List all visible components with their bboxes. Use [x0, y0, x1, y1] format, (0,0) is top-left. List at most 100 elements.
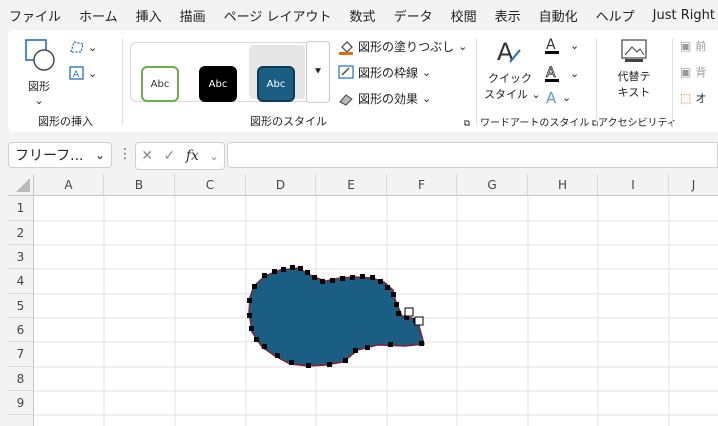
menu-file[interactable]: ファイル	[0, 6, 70, 25]
svg-text:A: A	[73, 70, 80, 80]
row-header-9[interactable]: 9	[8, 391, 34, 415]
column-header-b[interactable]: B	[104, 174, 175, 196]
edit-shape-button[interactable]: ⌄	[68, 38, 108, 56]
row-header-7[interactable]: 7	[8, 342, 34, 367]
style-preset-black[interactable]: Abc	[199, 66, 237, 102]
svg-text:A: A	[546, 65, 556, 81]
wordart-styles-group: A クイック スタイル ⌄ A ⌄ A ⌄ A ⌄ ワードアートのスタイル ⧉	[478, 30, 598, 132]
selection-pane-button[interactable]: ⬚ オ	[680, 90, 706, 106]
chevron-down-icon: ⌄	[562, 90, 572, 104]
text-fill-button[interactable]: A ⌄	[544, 36, 579, 54]
gallery-more-button[interactable]: ⯆	[306, 41, 330, 103]
column-header-i[interactable]: I	[598, 174, 669, 196]
send-backward-button[interactable]: ▣ 背	[680, 64, 706, 80]
row-header-1[interactable]: 1	[8, 196, 34, 221]
menu-formulas[interactable]: 数式	[341, 6, 385, 25]
row-header-10[interactable]	[8, 415, 34, 426]
column-header-a[interactable]: A	[34, 174, 104, 196]
name-box[interactable]: フリーフ... ⌄	[8, 142, 112, 168]
svg-text:A: A	[546, 89, 557, 106]
chevron-down-icon: ⌄	[531, 88, 541, 101]
column-header-d[interactable]: D	[246, 174, 316, 196]
chevron-down-icon: ⌄	[34, 94, 44, 107]
shape-effects-button[interactable]: 図形の効果 ⌄	[338, 90, 431, 107]
wordart-a-icon: A	[497, 38, 521, 66]
row-header-4[interactable]: 4	[8, 269, 34, 294]
bring-forward-button[interactable]: ▣ 前	[680, 38, 706, 54]
send-backward-icon: ▣	[680, 65, 692, 79]
select-all-corner[interactable]	[8, 174, 34, 196]
chevron-down-icon: ⌄	[570, 66, 580, 80]
row-header-2[interactable]: 2	[8, 221, 34, 245]
text-outline-icon: A	[545, 65, 559, 82]
column-header-e[interactable]: E	[316, 174, 387, 196]
menu-review[interactable]: 校閲	[442, 6, 486, 25]
text-box-button[interactable]: A ⌄	[68, 64, 108, 82]
spreadsheet-grid: A B C D E F G H I J 1 2 3 4 5 6 7 8 9	[8, 174, 718, 426]
menu-insert[interactable]: 挿入	[127, 6, 171, 25]
menu-help[interactable]: ヘルプ	[587, 6, 644, 25]
column-header-j[interactable]: J	[669, 174, 718, 196]
alt-text-icon	[621, 39, 647, 62]
dialog-launcher-icon[interactable]: ⧉	[464, 119, 470, 129]
shapes-icon	[25, 39, 55, 71]
chevron-down-icon: ⌄	[88, 40, 98, 54]
menu-automate[interactable]: 自動化	[530, 6, 587, 25]
menu-view[interactable]: 表示	[486, 6, 530, 25]
formula-input[interactable]	[227, 142, 718, 168]
column-header-c[interactable]: C	[175, 174, 246, 196]
quick-styles-button[interactable]: A クイック スタイル ⌄	[484, 38, 541, 104]
row-header-6[interactable]: 6	[8, 318, 34, 342]
row-header-3[interactable]: 3	[8, 245, 34, 269]
menu-page-layout[interactable]: ページ レイアウト	[215, 6, 341, 25]
menu-data[interactable]: データ	[385, 6, 442, 25]
chevron-down-icon: ⌄	[570, 38, 580, 52]
chevron-down-icon[interactable]: ⌄	[95, 148, 105, 162]
column-header-g[interactable]: G	[457, 174, 528, 196]
shape-fill-label: 図形の塗りつぶし	[358, 40, 455, 54]
shape-effects-label: 図形の効果	[358, 92, 419, 106]
bring-forward-icon: ▣	[680, 39, 692, 53]
more-icon: ⯆	[313, 65, 323, 78]
shape-styles-group-label: 図形のスタイル	[250, 115, 327, 128]
selection-pane-label: オ	[695, 92, 707, 105]
more-options-icon[interactable]: ⋮	[118, 146, 132, 162]
effects-icon	[339, 93, 353, 106]
divider	[596, 38, 597, 126]
ribbon: 図形 ⌄ ⌄ A ⌄ 図形の挿入 Abc Abc Abc ⯆ 図形の塗りつぶし …	[8, 30, 718, 132]
row-header-8[interactable]: 8	[8, 367, 34, 391]
alt-text-label-1: 代替テ	[617, 70, 651, 83]
text-outline-button[interactable]: A ⌄	[544, 64, 579, 82]
chevron-down-icon[interactable]: ⌄	[209, 150, 218, 163]
enter-icon[interactable]: ✓	[164, 148, 176, 164]
cell-gridlines	[34, 196, 718, 426]
alt-text-button[interactable]: 代替テ キスト	[610, 38, 658, 104]
chevron-down-icon: ⌄	[88, 66, 98, 80]
text-effects-icon: A	[546, 89, 557, 106]
shape-outline-button[interactable]: 図形の枠線 ⌄	[338, 64, 431, 81]
column-header-h[interactable]: H	[528, 174, 598, 196]
insert-function-icon[interactable]: fx	[186, 148, 199, 164]
menu-just-right[interactable]: Just Right	[644, 8, 718, 23]
row-header-5[interactable]: 5	[8, 294, 34, 318]
shape-outline-label: 図形の枠線	[358, 66, 419, 80]
arrange-group: ▣ 前 ▣ 背 ⬚ オ	[676, 30, 718, 132]
style-preset-blue[interactable]: Abc	[257, 66, 295, 102]
text-effects-button[interactable]: A ⌄	[544, 88, 571, 106]
send-backward-label: 背	[695, 66, 707, 79]
alt-text-label-2: キスト	[617, 86, 651, 99]
style-preset-outline-green[interactable]: Abc	[141, 66, 179, 102]
wordart-styles-group-label: ワードアートのスタイル	[480, 118, 590, 129]
column-header-f[interactable]: F	[387, 174, 457, 196]
shapes-button[interactable]: 図形 ⌄	[22, 38, 56, 107]
paint-bucket-icon	[339, 40, 353, 55]
menu-home[interactable]: ホーム	[70, 6, 127, 25]
divider	[672, 38, 673, 126]
bring-forward-label: 前	[695, 40, 707, 53]
shape-fill-button[interactable]: 図形の塗りつぶし ⌄	[338, 38, 467, 55]
shape-styles-group: Abc Abc Abc ⯆ 図形の塗りつぶし ⌄ 図形の枠線 ⌄ 図形の効果 ⌄…	[126, 30, 474, 132]
cancel-icon[interactable]: ✕	[141, 148, 153, 164]
selection-pane-icon: ⬚	[680, 91, 692, 105]
edit-shape-icon	[70, 41, 84, 53]
menu-draw[interactable]: 描画	[171, 6, 215, 25]
